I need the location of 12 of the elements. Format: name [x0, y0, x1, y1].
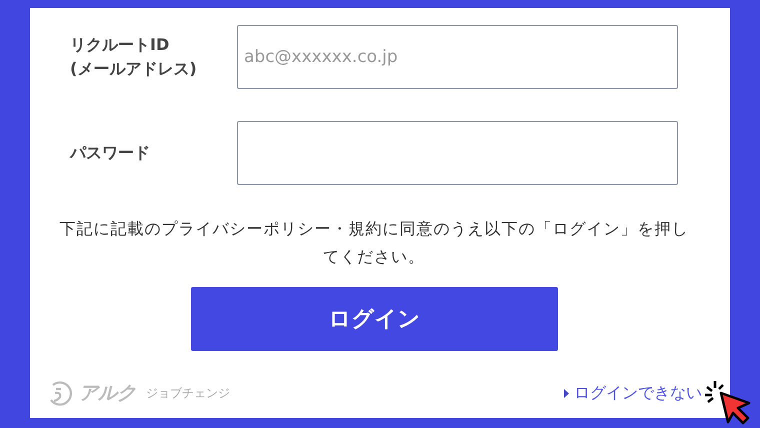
help-link[interactable]: ログインできない [564, 382, 702, 404]
input-field[interactable]: abc@xxxxxx.co.jp [237, 25, 678, 89]
cursor-icon [703, 381, 753, 425]
consent-notice: 下記に記載のプライバシーポリシー・規約に同意のうえ以下の「ログイン」を押してください。 [58, 218, 690, 268]
triangle-icon [564, 388, 569, 398]
logo-service: ジョブチェンジ [146, 384, 230, 402]
input-field[interactable] [237, 121, 678, 185]
field-label: パスワード [70, 142, 151, 164]
logo-icon [47, 380, 73, 406]
field-label: リクルートID (メールアドレス) [70, 34, 198, 80]
login-button[interactable]: ログイン [191, 287, 558, 351]
logo-brand: アルク [79, 381, 136, 406]
